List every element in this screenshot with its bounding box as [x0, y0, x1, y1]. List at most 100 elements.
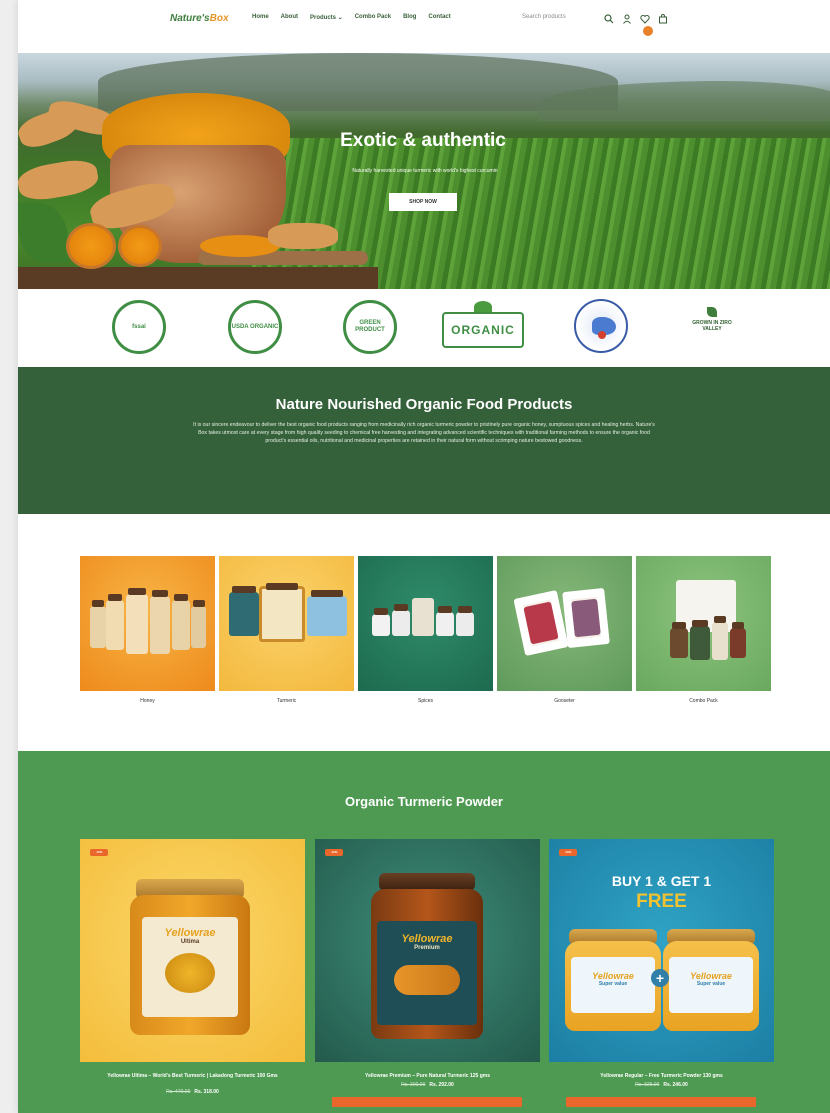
spice-jar: [456, 606, 474, 636]
honey-jar: [172, 594, 190, 650]
map-pin-icon: [598, 331, 606, 339]
product-brand: Yellowrae: [401, 933, 453, 945]
gooseter-pack-content: [571, 598, 601, 638]
product-card-premium[interactable]: -10% Yellowrae Premium: [315, 839, 540, 1062]
product-brand: Yellowrae: [690, 971, 732, 981]
fssai-label: fssai: [132, 323, 146, 330]
hero-banner: Exotic & authentic Naturally harvested u…: [18, 53, 830, 289]
hero-turmeric-slice: [118, 225, 162, 267]
search-input[interactable]: Search products: [522, 14, 566, 20]
intro-text: It is our sincere endeavour to deliver t…: [193, 422, 655, 444]
honey-jar: [90, 600, 106, 648]
category-turmeric-tile[interactable]: [219, 556, 354, 691]
category-combo-pack-tile[interactable]: [636, 556, 771, 691]
spice-jar: [436, 606, 454, 636]
product-brand: Yellowrae: [164, 927, 216, 939]
old-price: Rs. 325.00: [635, 1082, 660, 1088]
nav-contact[interactable]: Contact: [428, 14, 450, 21]
combo-jar: [730, 622, 746, 658]
product-card-regular[interactable]: -10% BUY 1 & GET 1 FREE Yellowrae Super …: [549, 839, 774, 1062]
category-label[interactable]: Spices: [358, 698, 493, 704]
turmeric-illustration: [394, 965, 460, 995]
spice-jar: [392, 604, 410, 636]
hero-turmeric-root: [268, 223, 338, 249]
product-price: Rs. 325.00 Rs. 246.00: [549, 1082, 774, 1088]
honey-jar: [126, 588, 148, 654]
honey-jar: [150, 590, 170, 654]
site-header: Nature'sBox Home About Products ⌄ Combo …: [18, 0, 830, 40]
category-label[interactable]: Turmeric: [219, 698, 354, 704]
product-label: Yellowrae Super value: [571, 957, 655, 1013]
combo-jar: [712, 616, 728, 660]
search-icon[interactable]: [604, 11, 614, 24]
combo-jar: [690, 620, 710, 660]
organic-badge: ORGANIC: [442, 312, 524, 348]
intro-section: Nature Nourished Organic Food Products I…: [18, 367, 830, 514]
sale-price: Rs. 292.00: [429, 1082, 454, 1088]
product-label: Yellowrae Ultima: [142, 917, 238, 1017]
product-name[interactable]: Yellowrae Premium – Pure Natural Turmeri…: [315, 1073, 540, 1080]
nav-products-label: Products: [310, 15, 337, 21]
product-label: Yellowrae Super value: [669, 957, 753, 1013]
product-name[interactable]: Yellowrae Ultima – World's Best Turmeric…: [80, 1073, 305, 1080]
nav-home[interactable]: Home: [252, 14, 269, 21]
category-gooseter-tile[interactable]: [497, 556, 632, 691]
category-label[interactable]: Combo Pack: [636, 698, 771, 704]
product-card-ultima[interactable]: -10% Yellowrae Ultima: [80, 839, 305, 1062]
category-honey-tile[interactable]: [80, 556, 215, 691]
hero-leaf: [18, 203, 68, 263]
spice-pack: [412, 598, 434, 636]
green-product-label: GREEN PRODUCT: [355, 320, 385, 333]
hero-wood-table: [18, 267, 378, 289]
hero-turmeric-slice: [66, 223, 116, 269]
categories-section: Honey Turmeric Spices Gooseter Combo Pac…: [18, 514, 830, 751]
promo-free: FREE: [636, 891, 687, 912]
product-price: Rs. 470.00 Rs. 318.00: [80, 1089, 305, 1095]
discount-badge: -10%: [325, 849, 343, 856]
grown-in-badge: GROWN IN ZIRO VALLEY: [682, 307, 742, 332]
wishlist-icon[interactable]: [640, 11, 653, 36]
organic-label: ORGANIC: [451, 323, 515, 337]
logo-accent: Box: [209, 13, 229, 24]
spice-jar: [372, 608, 390, 636]
user-icon[interactable]: [622, 11, 632, 24]
nav-combo-pack[interactable]: Combo Pack: [355, 14, 391, 21]
combo-jar: [670, 622, 688, 658]
category-label[interactable]: Gooseter: [497, 698, 632, 704]
products-title: Organic Turmeric Powder: [345, 794, 503, 809]
chevron-down-icon: ⌄: [337, 15, 343, 21]
old-price: Rs. 300.00: [401, 1082, 426, 1088]
add-to-cart-button[interactable]: [566, 1097, 756, 1107]
nav-blog[interactable]: Blog: [403, 14, 416, 21]
nav-products[interactable]: Products ⌄: [310, 14, 343, 21]
india-map-badge: [574, 299, 628, 353]
hero-turmeric-root: [18, 156, 101, 204]
plus-icon: +: [651, 969, 669, 987]
leaf-icon: [707, 307, 717, 317]
hero-subtitle: Naturally harvested unique turmeric with…: [352, 168, 498, 174]
turmeric-jar: [229, 586, 259, 636]
product-name[interactable]: Yellowrae Regular – Free Turmeric Powder…: [549, 1073, 774, 1080]
old-price: Rs. 470.00: [166, 1089, 191, 1095]
discount-badge: -10%: [90, 849, 108, 856]
category-label[interactable]: Honey: [80, 698, 215, 704]
wishlist-badge: [643, 26, 653, 36]
promo-headline: BUY 1 & GET 1: [611, 873, 712, 889]
product-label: Yellowrae Premium: [377, 921, 477, 1025]
sale-price: Rs. 318.00: [194, 1089, 219, 1095]
fssai-badge: fssai: [112, 300, 166, 354]
honey-jar: [106, 594, 124, 650]
site-logo[interactable]: Nature'sBox: [170, 13, 229, 24]
category-spices-tile[interactable]: [358, 556, 493, 691]
product-variant: Super value: [696, 981, 726, 987]
turmeric-jar: [259, 583, 305, 642]
shop-now-button[interactable]: SHOP NOW: [389, 193, 457, 211]
product-variant: Premium: [414, 945, 440, 951]
hero-title: Exotic & authentic: [340, 130, 506, 151]
nav-about[interactable]: About: [281, 14, 298, 21]
main-nav: Home About Products ⌄ Combo Pack Blog Co…: [252, 14, 451, 21]
add-to-cart-button[interactable]: [332, 1097, 522, 1107]
logo-text: Nature's: [170, 13, 210, 24]
products-section: Organic Turmeric Powder -10% Yellowrae U…: [18, 751, 830, 1113]
cart-icon[interactable]: [658, 11, 668, 24]
